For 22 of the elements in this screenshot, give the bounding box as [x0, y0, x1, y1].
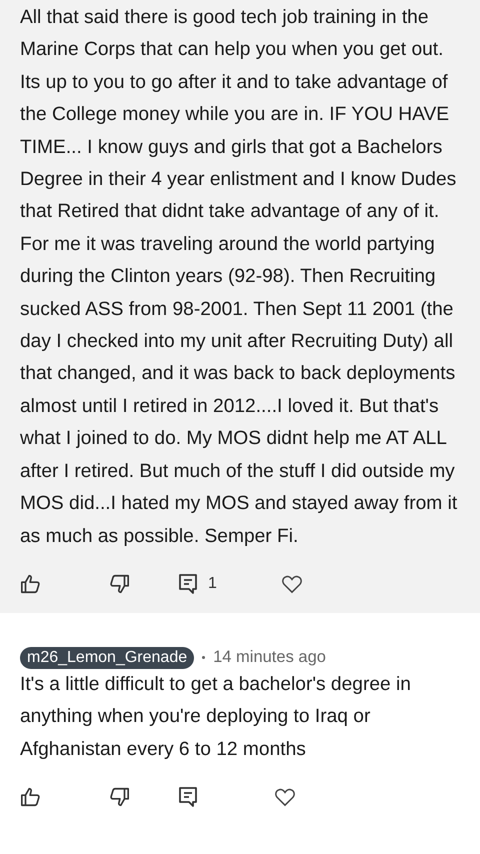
heart-icon — [274, 787, 296, 808]
favorite-button[interactable] — [274, 787, 296, 808]
comment-icon — [178, 786, 198, 808]
reply-button[interactable]: 1 — [178, 572, 217, 595]
username-chip[interactable]: m26_Lemon_Grenade — [20, 646, 194, 669]
separator-dot — [202, 656, 206, 660]
reply-button[interactable] — [178, 786, 198, 808]
thumbs-down-icon — [108, 786, 130, 808]
comment-time: 14 minutes ago — [213, 648, 326, 668]
thumbs-up-icon — [20, 786, 42, 808]
dislike-button[interactable] — [108, 786, 130, 808]
dislike-button[interactable] — [108, 572, 130, 595]
thumbs-down-icon — [108, 572, 130, 595]
comment-text: It's a little difficult to get a bachelor's degree in anything when you're deploying to Iraq or Afghanistan every 6 to 12 months — [20, 672, 412, 762]
heart-icon — [280, 574, 303, 594]
comment-text: For me it was traveling around the world partying during the Clinton years (92-98). Then Recruiting sucked ASS from 98-2001. Then Sept 11 2001 (the day I checked into my unit after Recruiting Duty) all that changed, and it was back to back deployments almost until I retired in 2012....I loved it. But that's what I joined to do. My MOS didnt help me AT ALL after I retired. But much of the stuff I did outside my MOS did...I hated my MOS and stayed away from it as much as possible. Semper Fi. — [20, 232, 458, 548]
thumbs-up-icon — [20, 572, 42, 595]
comment-icon — [178, 572, 198, 595]
like-button[interactable] — [20, 572, 42, 595]
like-button[interactable] — [20, 786, 42, 808]
favorite-button[interactable] — [280, 574, 303, 594]
comment-text: All that said there is good tech job training in the Marine Corps that can help you when you get out. Its up to you to go after it and to take advantage of the College money while you are in. IF YOU HAVE TIME... I know guys and girls that got a Bachelors Degree in their 4 year enlistment and I know Dudes that Retired that didnt take advantage of any of it. — [20, 6, 458, 224]
